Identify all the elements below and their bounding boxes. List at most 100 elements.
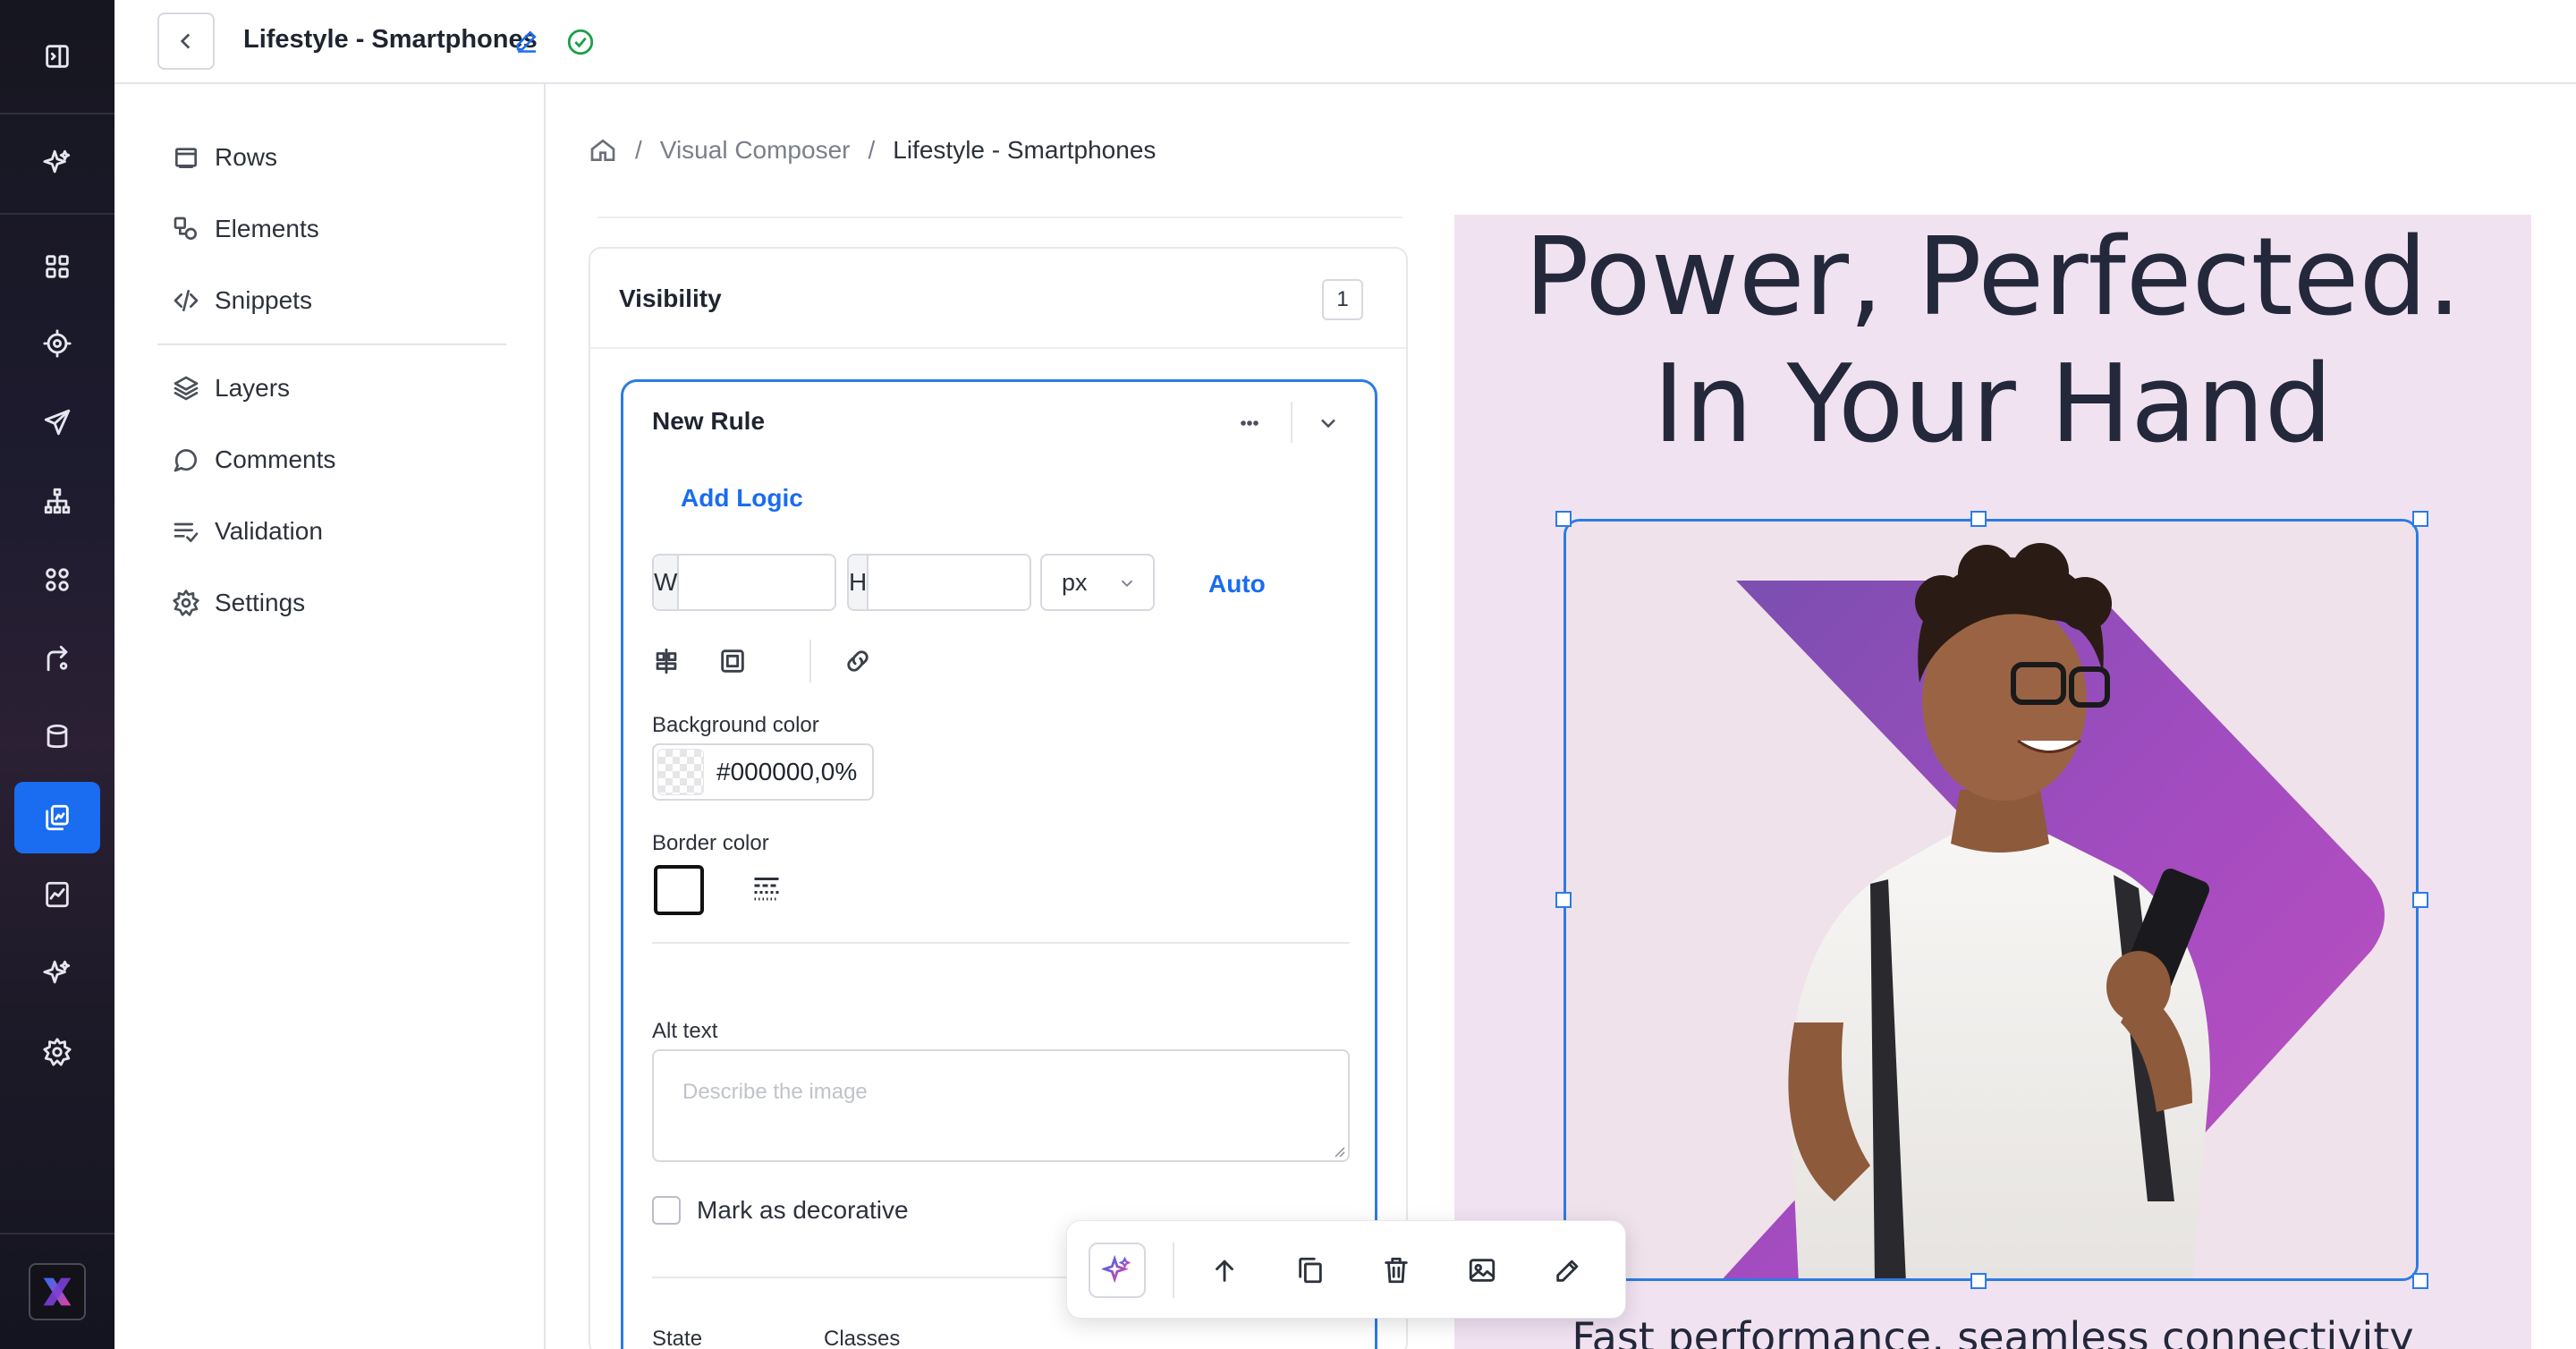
- trash-icon: [1385, 1257, 1408, 1284]
- delete-button[interactable]: [1375, 1249, 1418, 1292]
- gear-icon: [173, 590, 199, 616]
- auto-size-button[interactable]: Auto: [1208, 570, 1266, 598]
- rule-divider: [652, 942, 1350, 944]
- route-icon[interactable]: [36, 637, 79, 680]
- sidebar-item-comments[interactable]: Comments: [172, 438, 335, 481]
- link-icon[interactable]: [838, 641, 877, 681]
- resize-handle-top[interactable]: [1970, 511, 1987, 527]
- decorative-checkbox[interactable]: [652, 1196, 681, 1225]
- resize-handle-top-right[interactable]: [2412, 511, 2428, 527]
- sidebar-item-layers[interactable]: Layers: [172, 367, 290, 410]
- unit-value: px: [1062, 568, 1088, 596]
- width-field: W: [652, 554, 836, 611]
- chevron-down-icon: [1321, 419, 1335, 428]
- canvas-preview[interactable]: Power, Perfected. In Your Hand Fast perf…: [1454, 215, 2531, 1349]
- sidebar-item-label: Validation: [215, 517, 323, 545]
- sidebar-item-label: Elements: [215, 215, 319, 242]
- height-input[interactable]: [869, 556, 1030, 609]
- sitemap-icon[interactable]: [36, 479, 79, 522]
- chevron-down-icon: [1121, 580, 1133, 588]
- edit-button[interactable]: [1546, 1249, 1589, 1292]
- ai-assist-button[interactable]: [1089, 1243, 1146, 1298]
- state-label: State: [652, 1327, 703, 1349]
- sidebar-item-label: Settings: [215, 589, 306, 616]
- resize-handle-bottom[interactable]: [1970, 1273, 1987, 1289]
- database-icon[interactable]: [36, 716, 79, 759]
- dashboard-grid-icon[interactable]: [36, 245, 79, 288]
- section-divider: [590, 347, 1406, 349]
- back-button[interactable]: [157, 13, 215, 70]
- add-logic-link[interactable]: Add Logic: [681, 484, 803, 513]
- ai-sparkle-icon: [1102, 1255, 1131, 1284]
- chevron-left-icon: [180, 33, 191, 49]
- move-up-button[interactable]: [1203, 1249, 1246, 1292]
- settings-icon[interactable]: [36, 1031, 79, 1073]
- hero-subline[interactable]: Fast performance, seamless connectivity: [1454, 1313, 2531, 1349]
- target-icon[interactable]: [36, 322, 79, 365]
- headline-line-1: Power, Perfected.: [1524, 216, 2462, 340]
- width-input[interactable]: [679, 556, 835, 609]
- arrow-up-icon: [1216, 1260, 1233, 1282]
- edit-title-icon[interactable]: [513, 27, 540, 54]
- more-options-button[interactable]: [1232, 407, 1267, 439]
- resize-handle-top-left[interactable]: [1555, 511, 1572, 527]
- brand-logo-icon[interactable]: [29, 1263, 86, 1320]
- rule-count-badge: 1: [1322, 279, 1363, 320]
- resize-handle-bottom-right[interactable]: [2412, 1273, 2428, 1289]
- transparent-swatch[interactable]: [657, 749, 704, 795]
- home-icon[interactable]: [589, 136, 617, 165]
- header-divider: [1291, 402, 1292, 443]
- pencil-icon: [1556, 1260, 1579, 1282]
- height-label: H: [849, 556, 869, 609]
- send-icon[interactable]: [36, 401, 79, 444]
- height-field: H: [847, 554, 1031, 611]
- breadcrumb-separator: /: [868, 136, 876, 164]
- align-center-icon[interactable]: [647, 641, 686, 681]
- classes-label: Classes: [824, 1327, 901, 1349]
- sidebar-divider: [157, 344, 506, 345]
- resize-handle-right[interactable]: [2412, 892, 2428, 908]
- builder-sidebar: Rows Elements Snippets Layers Comments V…: [114, 84, 546, 1349]
- properties-panel: Visibility 1 New Rule Add Logic W H px A…: [589, 247, 1408, 1349]
- collapse-rule-button[interactable]: [1312, 407, 1344, 439]
- resize-handle-left[interactable]: [1555, 892, 1572, 908]
- ai-sparkle-icon[interactable]: [36, 141, 79, 184]
- resize-grip-icon[interactable]: [1332, 1144, 1346, 1158]
- sidebar-item-elements[interactable]: Elements: [172, 208, 319, 250]
- border-style-icon[interactable]: [750, 872, 786, 908]
- alt-text-label: Alt text: [652, 1019, 718, 1043]
- sidebar-item-label: Layers: [215, 374, 291, 402]
- breadcrumb-separator: /: [635, 136, 642, 164]
- apps-icon[interactable]: [36, 558, 79, 601]
- border-color-swatch[interactable]: [654, 865, 704, 915]
- section-title: Visibility: [619, 284, 722, 312]
- panel-divider: [597, 216, 1402, 218]
- unit-select[interactable]: px: [1040, 554, 1155, 611]
- pages-icon[interactable]: [14, 782, 100, 853]
- sidebar-item-snippets[interactable]: Snippets: [172, 279, 312, 322]
- duplicate-button[interactable]: [1289, 1249, 1332, 1292]
- rule-card: New Rule Add Logic W H px Auto Backgroun…: [621, 379, 1377, 1349]
- app-rail: [0, 0, 114, 1349]
- background-color-value: #000000,0%: [716, 758, 858, 785]
- sparkle-icon[interactable]: [36, 952, 79, 995]
- sidebar-item-rows[interactable]: Rows: [172, 136, 277, 179]
- duplicate-icon: [1299, 1257, 1322, 1284]
- replace-image-button[interactable]: [1461, 1249, 1504, 1292]
- toolbar-divider: [809, 640, 811, 683]
- analytics-icon[interactable]: [36, 873, 79, 916]
- alt-text-input[interactable]: [652, 1049, 1350, 1162]
- rule-title: New Rule: [652, 407, 766, 435]
- rail-divider: [0, 1233, 114, 1234]
- frame-fit-icon[interactable]: [713, 641, 752, 681]
- code-icon: [174, 290, 199, 311]
- breadcrumb: / Visual Composer / Lifestyle - Smartpho…: [589, 132, 1156, 168]
- selected-image[interactable]: [1563, 519, 2419, 1281]
- sidebar-item-label: Comments: [215, 445, 336, 473]
- sidebar-item-validation[interactable]: Validation: [172, 510, 323, 553]
- collapse-sidebar-icon[interactable]: [36, 35, 79, 78]
- breadcrumb-link[interactable]: Visual Composer: [660, 136, 851, 165]
- background-color-input[interactable]: #000000,0%: [652, 743, 874, 801]
- saved-check-icon: [567, 29, 594, 55]
- sidebar-item-settings[interactable]: Settings: [172, 581, 305, 624]
